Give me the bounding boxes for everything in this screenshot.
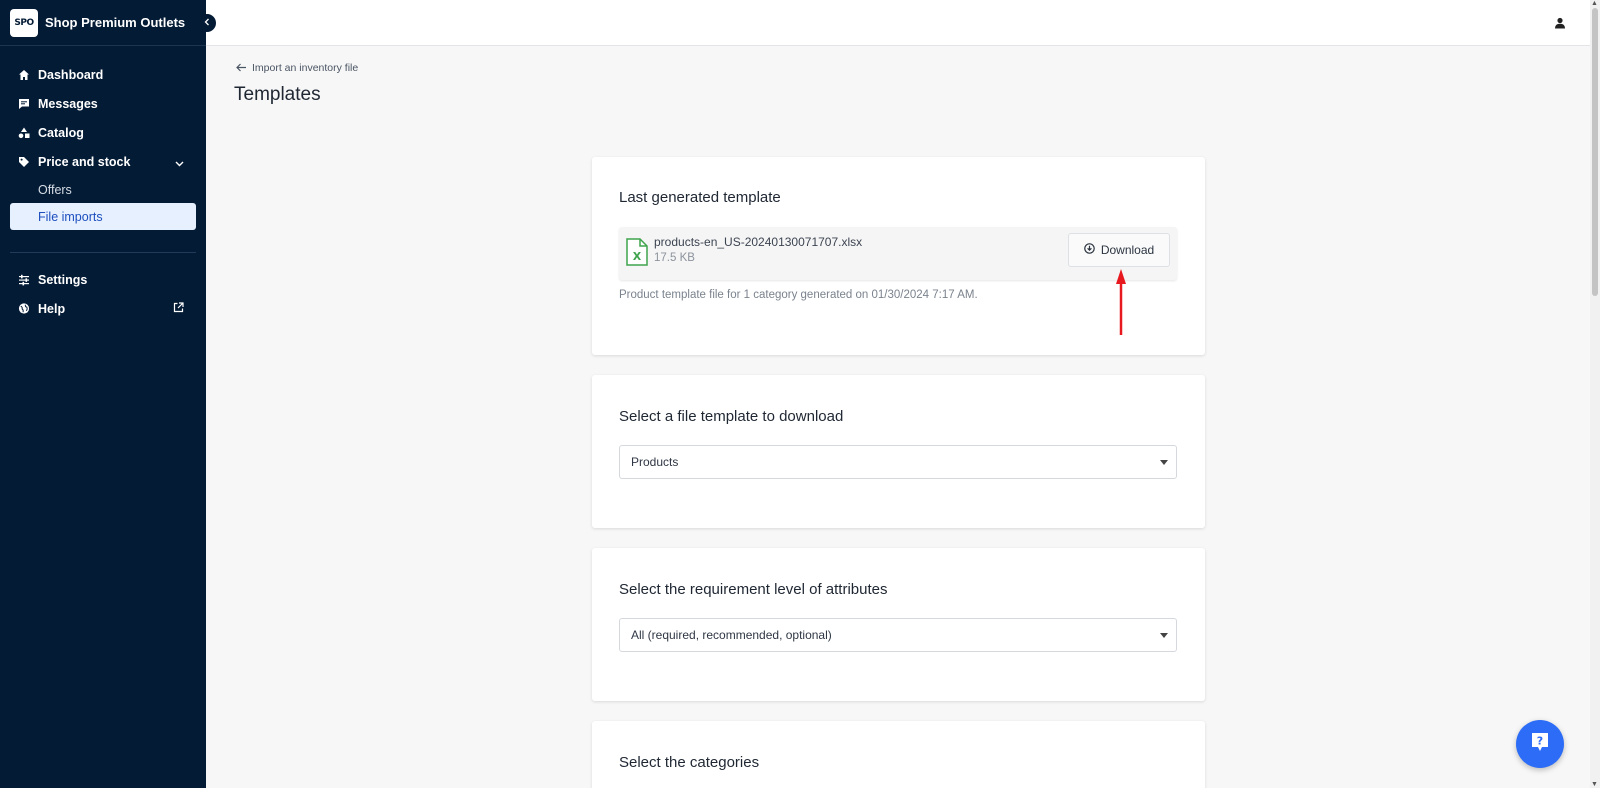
download-button[interactable]: Download — [1068, 233, 1170, 267]
chevron-down-icon — [175, 156, 184, 170]
annotation-arrow — [1116, 269, 1126, 335]
requirement-level-card: Select the requirement level of attribut… — [592, 548, 1205, 701]
card-title: Select the requirement level of attribut… — [619, 581, 888, 598]
card-title: Last generated template — [619, 189, 781, 206]
sidebar-subitem-file-imports[interactable]: File imports — [10, 203, 196, 230]
sidebar-item-label: Help — [38, 301, 66, 316]
home-icon — [18, 69, 30, 81]
sidebar-item-help[interactable]: Help — [0, 294, 206, 323]
categories-card: Select the categories — [592, 721, 1205, 788]
svg-text:X: X — [633, 250, 642, 263]
sidebar-item-settings[interactable]: Settings — [0, 265, 206, 294]
shapes-icon — [18, 127, 30, 139]
sidebar-item-price-and-stock[interactable]: Price and stock — [0, 147, 206, 176]
file-name: products-en_US-20240130071707.xlsx — [654, 235, 863, 249]
sidebar-nav: Dashboard Messages Catalog Price and sto… — [0, 46, 206, 323]
back-link[interactable]: Import an inventory file — [236, 61, 358, 75]
card-title: Select the categories — [619, 754, 760, 771]
file-template-select[interactable]: Products — [619, 445, 1177, 479]
select-value: Products — [631, 455, 679, 469]
top-bar — [206, 0, 1590, 46]
sidebar-item-label: Price and stock — [38, 154, 131, 169]
help-question-icon: ? — [1531, 732, 1549, 757]
sidebar-item-label: Catalog — [38, 125, 84, 140]
scroll-thumb[interactable] — [1592, 8, 1598, 296]
file-size: 17.5 KB — [654, 252, 695, 264]
sidebar-item-label: Dashboard — [38, 67, 104, 82]
template-description: Product template file for 1 category gen… — [619, 289, 978, 301]
download-button-label: Download — [1100, 243, 1155, 257]
arrow-left-icon — [236, 61, 247, 75]
sidebar-divider — [10, 252, 196, 253]
sidebar-item-label: Messages — [38, 96, 98, 111]
svg-text:?: ? — [1537, 734, 1543, 747]
sliders-icon — [18, 274, 30, 286]
requirement-level-select[interactable]: All (required, recommended, optional) — [619, 618, 1177, 652]
card-title: Select a file template to download — [619, 408, 844, 425]
collapse-sidebar-button[interactable] — [198, 14, 216, 32]
download-icon — [1084, 243, 1095, 257]
sidebar-item-label: Settings — [38, 272, 88, 287]
external-link-icon — [173, 302, 184, 316]
select-value: All (required, recommended, optional) — [631, 628, 832, 642]
help-chat-button[interactable]: ? — [1516, 720, 1564, 768]
tag-icon — [18, 156, 30, 168]
scroll-up-icon[interactable]: ▲ — [1591, 0, 1598, 7]
user-icon[interactable] — [1554, 16, 1566, 34]
message-icon — [18, 98, 30, 110]
page-title: Templates — [234, 84, 321, 105]
brand[interactable]: SPO Shop Premium Outlets — [0, 0, 206, 46]
file-template-card: Select a file template to download Produ… — [592, 375, 1205, 528]
sidebar-subitem-offers[interactable]: Offers — [0, 176, 206, 203]
caret-down-icon — [1160, 633, 1168, 638]
sidebar: SPO Shop Premium Outlets Dashboard Messa… — [0, 0, 206, 788]
caret-down-icon — [1160, 460, 1168, 465]
globe-icon — [18, 303, 30, 315]
chevron-left-icon — [204, 17, 210, 29]
scroll-down-icon[interactable]: ▼ — [1591, 781, 1598, 788]
excel-file-icon: X — [626, 238, 648, 271]
brand-name: Shop Premium Outlets — [45, 15, 186, 30]
generated-file-row: X products-en_US-20240130071707.xlsx 17.… — [619, 227, 1177, 280]
sidebar-item-catalog[interactable]: Catalog — [0, 118, 206, 147]
back-link-label: Import an inventory file — [252, 62, 359, 74]
page-scrollbar[interactable]: ▲ ▼ — [1590, 0, 1600, 788]
sidebar-item-dashboard[interactable]: Dashboard — [0, 60, 206, 89]
sidebar-item-messages[interactable]: Messages — [0, 89, 206, 118]
brand-logo: SPO — [10, 8, 38, 37]
